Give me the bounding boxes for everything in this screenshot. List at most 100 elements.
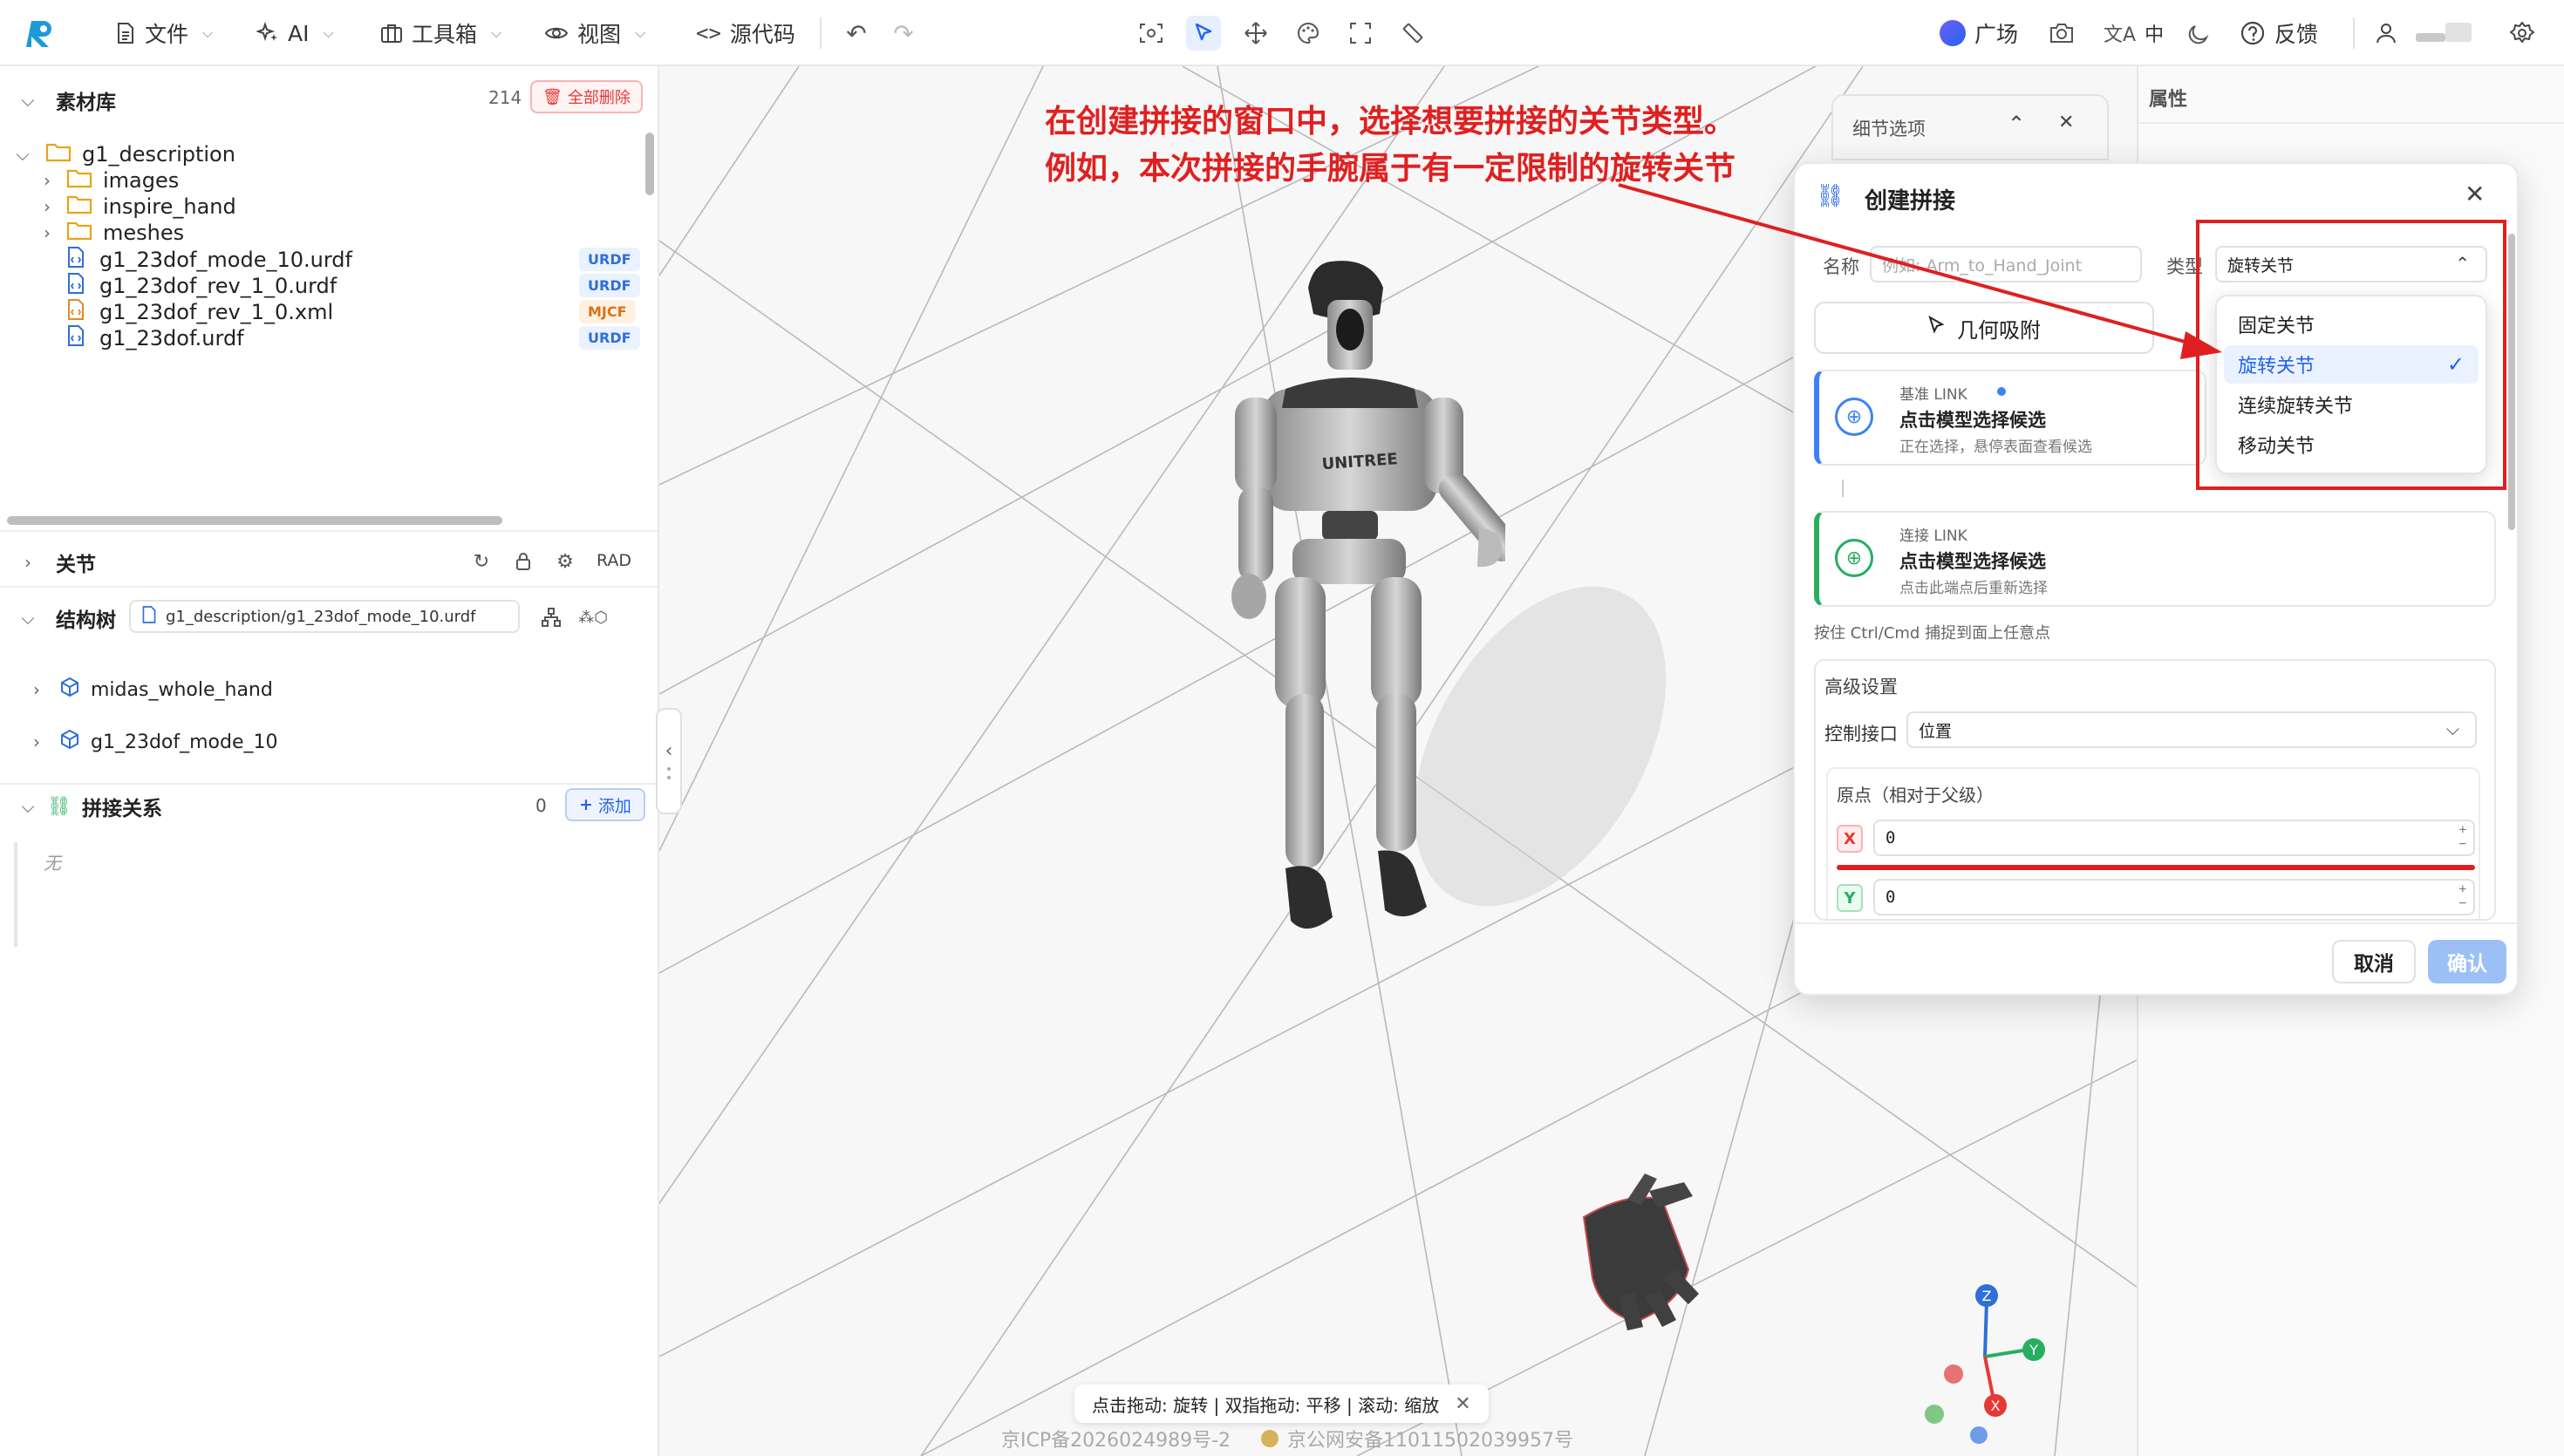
add-assembly-button[interactable]: + 添加 [565,788,645,821]
material-tool-button[interactable] [1291,16,1326,51]
assets-vertical-scrollbar[interactable] [645,133,654,195]
police-record[interactable]: 京公网安备11011502039957号 [1261,1425,1573,1453]
current-file-chip[interactable]: g1_description/g1_23dof_mode_10.urdf [129,600,520,633]
plaza-button[interactable]: 广场 [1940,16,2018,51]
pointer-icon [1927,315,1945,340]
lock-joints-button[interactable] [506,544,541,579]
ai-menu-label: AI [288,20,310,46]
folder-inspire-hand[interactable]: › inspire_hand [37,194,236,220]
origin-x-input[interactable]: 0 + − [1873,820,2475,856]
x-axis-badge: X [1837,825,1863,853]
stepper-icon[interactable]: + − [2459,823,2466,851]
target-icon: ⊕ [1835,539,1873,577]
joint-settings-button[interactable]: ⚙ [548,544,583,579]
cancel-button[interactable]: 取消 [2332,940,2416,983]
assembly-header[interactable]: ⌵ ⛓ 拼接关系 [17,792,162,821]
structure-tree-title: 结构树 [56,609,116,632]
annotation-highlight-box [2196,220,2506,490]
view-menu[interactable]: 视图 ⌵ [544,16,645,51]
x-axis-label: X [1991,1398,2001,1414]
undo-icon: ↶ [846,18,867,48]
view-mode-button[interactable] [1134,16,1169,51]
close-icon[interactable]: ✕ [2058,112,2074,133]
hand-model[interactable] [1566,1165,1706,1348]
axis-gizmo[interactable]: Z Y X [1915,1269,2072,1444]
file-menu[interactable]: 文件 ⌵ [115,16,213,51]
chevron-down-icon: ⌵ [635,24,646,41]
geometry-snap-button[interactable]: 几何吸附 [1814,302,2154,354]
file-label: g1_23dof.urdf [99,326,244,350]
joint-unit-toggle[interactable]: RAD [597,551,631,570]
name-input[interactable]: 例如: Arm_to_Hand_Joint [1870,246,2142,282]
file-item[interactable]: g1_23dof_rev_1_0.urdf [66,272,337,300]
origin-y-input[interactable]: 0 + − [1873,879,2475,915]
theme-toggle[interactable] [2180,16,2215,51]
sidebar-collapse-handle[interactable]: ‹ • • [656,708,682,814]
chevron-down-icon: ⌵ [323,24,334,41]
file-item[interactable]: g1_23dof_rev_1_0.xml [66,298,333,326]
source-code-button[interactable]: <> 源代码 [696,16,795,51]
select-tool-button[interactable] [1186,16,1221,51]
stepper-icon[interactable]: + − [2459,882,2466,910]
detail-options-panel: 细节选项 ⌃ ✕ [1831,94,2109,160]
ctrl-snap-hint: 按住 Ctrl/Cmd 捕捉到面上任意点 [1814,624,2051,643]
move-tool-button[interactable] [1238,16,1273,51]
chevron-up-icon[interactable]: ⌃ [2008,112,2025,136]
connection-link-card[interactable]: ⊕ 连接 LINK 点击模型选择候选 点击此端点后重新选择 [1814,511,2496,607]
lock-icon [516,553,530,570]
tree-item-label: midas_whole_hand [91,678,273,701]
folder-meshes[interactable]: › meshes [37,220,184,246]
folder-icon [66,167,92,194]
joints-header[interactable]: › 关节 [17,548,96,577]
dialog-scrollbar[interactable] [2508,234,2515,530]
close-icon[interactable]: ✕ [1455,1393,1470,1415]
account-button[interactable] [2369,16,2404,51]
app-logo[interactable] [24,16,59,51]
feedback-button[interactable]: 反馈 [2240,16,2318,51]
settings-button[interactable] [2505,16,2540,51]
screenshot-button[interactable] [2044,16,2079,51]
gear-icon [2510,22,2534,43]
folder-icon [66,220,92,246]
feedback-label: 反馈 [2274,22,2319,47]
undo-button[interactable]: ↶ [839,16,874,51]
file-item[interactable]: g1_23dof.urdf [66,324,244,352]
tree-item-g1-23dof[interactable]: › g1_23dof_mode_10 [26,729,278,755]
toolbox-menu[interactable]: 工具箱 ⌵ [380,16,501,51]
section-divider [2138,122,2564,124]
target-icon: ⊕ [1835,398,1873,436]
folder-images[interactable]: › images [37,167,179,194]
file-code-icon [66,246,85,274]
confirm-button[interactable]: 确认 [2428,940,2506,983]
toolbox-icon [380,23,403,44]
hierarchy-view-button[interactable] [534,600,569,635]
file-item[interactable]: g1_23dof_mode_10.urdf [66,246,352,274]
x-axis-underline [1837,865,2475,870]
scan-eye-icon [1140,24,1163,43]
connection-link-subtitle: 点击此端点后重新选择 [1899,580,2048,597]
close-icon[interactable]: ✕ [2465,180,2485,208]
police-record-text: 京公网安备11011502039957号 [1287,1430,1573,1452]
redo-button[interactable]: ↷ [886,16,921,51]
folder-g1-description[interactable]: ⌵ g1_description [12,141,235,167]
structure-tree-header[interactable]: ⌵ 结构树 [17,603,116,633]
control-interface-select[interactable]: 位置 ⌵ [1906,711,2477,748]
fullscreen-button[interactable] [1343,16,1378,51]
detail-options-title: 细节选项 [1852,119,1926,139]
icp-record[interactable]: 京ICP备2026024989号-2 [1001,1425,1231,1453]
reset-joints-button[interactable]: ↻ [464,544,499,579]
assets-header[interactable]: ⌵ 素材库 [17,85,116,115]
tree-item-midas-whole-hand[interactable]: › midas_whole_hand [26,677,273,703]
chevron-down-icon: ⌵ [2445,718,2459,739]
advanced-settings-title[interactable]: 高级设置 [1824,673,1898,699]
cube-icon [59,677,80,703]
file-label: g1_23dof_rev_1_0.urdf [99,274,338,298]
measure-tool-button[interactable] [1395,16,1430,51]
robot-model[interactable]: UNITREE [1191,258,1505,973]
ai-menu[interactable]: AI ⌵ [256,16,334,51]
assets-horizontal-scrollbar[interactable] [7,516,502,525]
base-link-card[interactable]: ⊕ 基准 LINK 点击模型选择候选 正在选择，悬停表面查看候选 [1814,370,2206,466]
delete-all-button[interactable]: 🗑 全部删除 [530,80,643,113]
language-switch[interactable]: 文A 中 [2104,16,2164,51]
collision-toggle-button[interactable]: ⁂⬡ [576,600,610,635]
